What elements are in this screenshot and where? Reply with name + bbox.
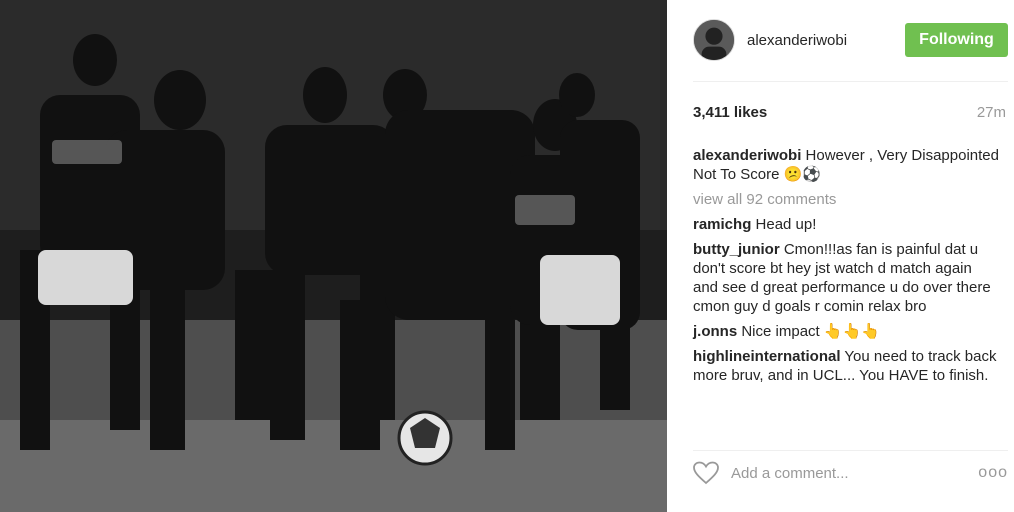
comment: highlineinternational You need to track …	[693, 347, 1000, 385]
football-match-photo	[0, 0, 667, 512]
add-comment-row: ooo	[693, 460, 1008, 486]
comment: ramichg Head up!	[693, 215, 1000, 234]
comment-username[interactable]: butty_junior	[693, 241, 780, 258]
username[interactable]: alexanderiwobi	[747, 32, 847, 49]
comment-username[interactable]: highlineinternational	[693, 348, 841, 365]
caption-username[interactable]: alexanderiwobi	[693, 147, 801, 164]
likes-row: 3,411 likes 27m	[693, 104, 1006, 121]
more-options-icon[interactable]: ooo	[978, 464, 1008, 482]
comment-username[interactable]: ramichg	[693, 216, 751, 233]
comment-username[interactable]: j.onns	[693, 323, 737, 340]
comments-list: alexanderiwobi However , Very Disappoint…	[693, 146, 1000, 391]
avatar[interactable]	[693, 19, 735, 61]
comment: butty_junior Cmon!!!as fan is painful da…	[693, 240, 1000, 316]
post-details-panel: alexanderiwobi Following 3,411 likes 27m…	[667, 0, 1014, 512]
comment: j.onns Nice impact 👆👆👆	[693, 322, 1000, 341]
caption: alexanderiwobi However , Very Disappoint…	[693, 146, 1000, 184]
add-comment-input[interactable]	[731, 464, 951, 482]
comment-text: Nice impact 👆👆👆	[741, 323, 880, 340]
likes-count[interactable]: 3,411 likes	[693, 104, 767, 121]
view-all-comments-link[interactable]: view all 92 comments	[693, 190, 1000, 209]
comment-text: Head up!	[755, 216, 817, 233]
heart-icon[interactable]	[693, 461, 719, 485]
divider	[693, 81, 1008, 82]
post-header: alexanderiwobi Following	[693, 16, 1008, 64]
following-button[interactable]: Following	[905, 23, 1008, 57]
post-photo[interactable]	[0, 0, 667, 512]
divider	[693, 450, 1008, 451]
post-timestamp[interactable]: 27m	[977, 104, 1006, 121]
